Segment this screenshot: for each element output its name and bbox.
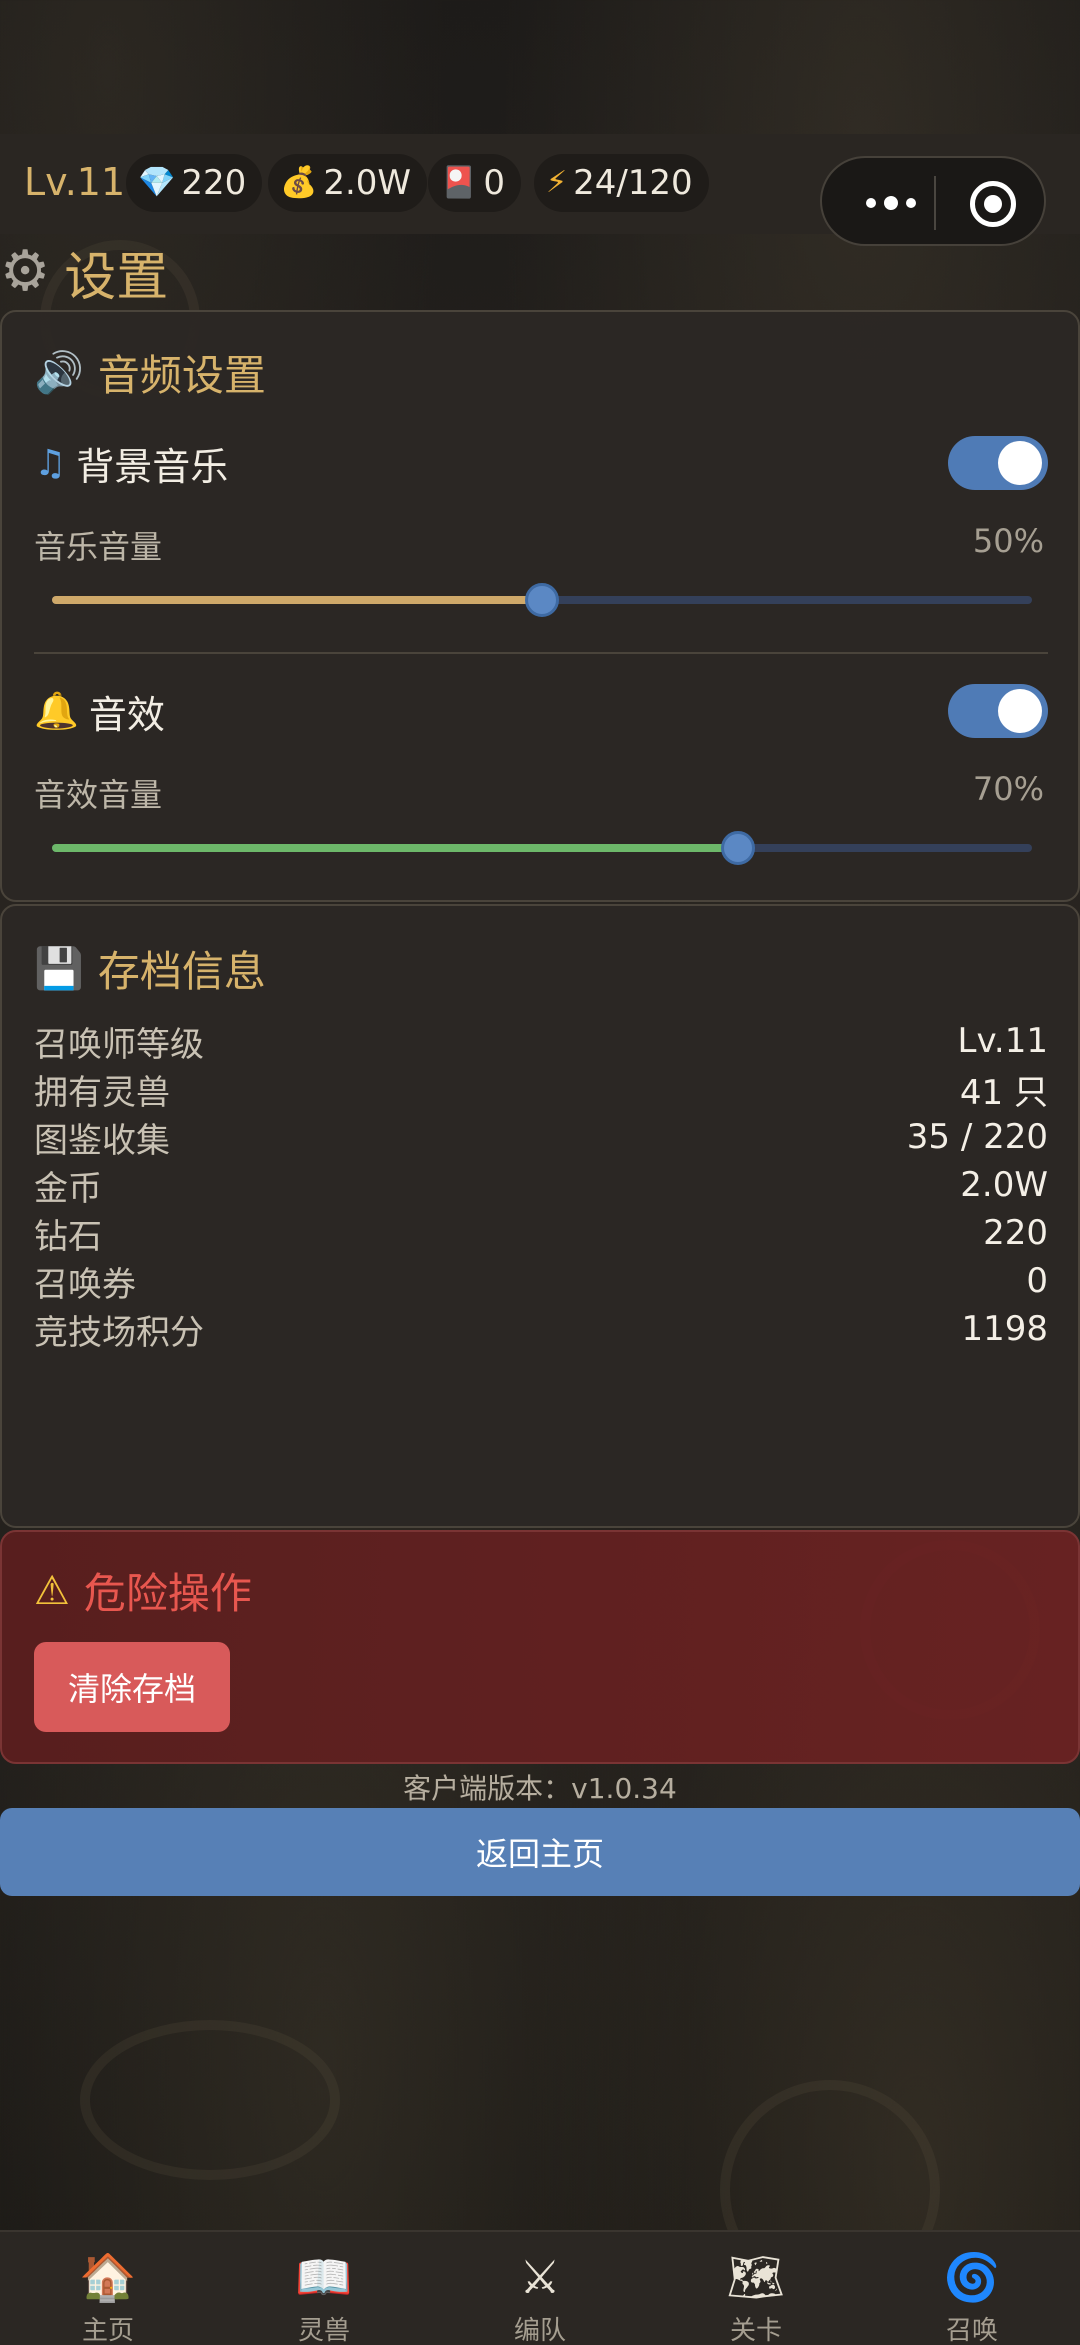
version-text: 客户端版本：v1.0.34 [403,1772,677,1805]
music-volume-fill [52,596,542,604]
save-info-card: 💾 存档信息 召唤师等级 Lv.11 拥有灵兽 41 只图鉴收集 35 / 220 金币 2… [0,904,1080,1528]
nav-tab-home[interactable]: 🏠 主页 [0,2232,216,2345]
sfx-volume-label: 音效音量 [34,776,163,814]
save-info-row: 拥有灵兽 41 只 [34,1064,1048,1114]
capsule-divider [934,176,936,230]
audio-section-title: 🔊 音频设置 [34,342,266,403]
clear-save-button[interactable]: 清除存档 [34,1642,230,1732]
nav-tab-beasts[interactable]: 📖 灵兽 [216,2232,432,2345]
save-info-row: 钻石 220 [34,1208,1048,1258]
coin-counter[interactable]: 💰 2.0W [268,154,428,212]
save-info-key: 图鉴收集 [34,1120,170,1161]
danger-zone-card: ⚠ 危险操作 清除存档 [0,1530,1080,1764]
nav-label: 编队 [513,2316,566,2345]
sfx-label: 音效 [88,693,165,737]
house-icon: 🏠 [79,2250,137,2304]
back-home-button[interactable]: 返回主页 [0,1808,1080,1896]
save-info-key: 召唤师等级 [34,1024,204,1065]
background-wave-pattern [80,2020,340,2180]
sfx-volume-handle[interactable] [721,831,755,865]
save-info-key: 竞技场积分 [34,1312,204,1353]
save-info-value: 2.0W [960,1165,1048,1205]
miniprogram-capsule [820,156,1046,246]
sfx-volume-fill [52,844,738,852]
audio-settings-card: 🔊 音频设置 ♫ 背景音乐 音乐音量 50% 🔔 音效 音效音量 70% [0,310,1080,902]
bgm-label: 背景音乐 [76,445,229,489]
save-info-row: 竞技场积分 1198 [34,1304,1048,1354]
save-info-key: 拥有灵兽 [34,1072,170,1113]
swirl-icon: 🌀 [943,2250,1001,2304]
save-info-row: 金币 2.0W [34,1160,1048,1210]
sfx-volume-slider[interactable] [52,831,1032,865]
diamond-value: 220 [181,163,247,203]
nav-label: 召唤 [945,2316,998,2345]
sfx-volume-value: 70% [972,770,1044,808]
coin-value: 2.0W [323,163,412,203]
danger-title-text: 危险操作 [83,1569,252,1618]
music-volume-handle[interactable] [525,583,559,617]
speaker-icon: 🔊 [34,349,84,396]
gear-icon: ⚙ [0,239,51,304]
music-volume-value: 50% [972,522,1044,560]
save-info-key: 金币 [34,1168,102,1209]
floppy-disk-icon: 💾 [34,945,84,992]
sfx-row: 🔔 音效 [34,684,165,739]
page-title-text: 设置 [64,247,169,308]
page-title: ⚙ 设置 [0,236,168,308]
diamond-icon: 💎 [138,165,176,200]
ticket-value: 0 [483,163,505,203]
nav-tab-team[interactable]: ⚔ 编队 [432,2232,648,2345]
money-bag-icon: 💰 [280,165,318,200]
save-info-title: 💾 存档信息 [34,938,266,999]
save-info-value: 35 / 220 [906,1117,1048,1157]
music-note-icon: ♫ [34,442,67,484]
danger-title: ⚠ 危险操作 [34,1560,252,1621]
bell-icon: 🔔 [34,690,79,732]
save-info-title-text: 存档信息 [97,947,266,996]
save-info-row: 召唤券 0 [34,1256,1048,1306]
close-miniprogram-icon[interactable] [970,181,1016,227]
map-icon: 🗺 [726,2250,786,2304]
save-info-key: 召唤券 [34,1264,136,1305]
warning-icon: ⚠ [34,1567,70,1614]
summon-ticket-icon: 🎴 [440,165,478,200]
save-info-value: 0 [1026,1261,1048,1301]
energy-value: 24/120 [573,163,693,203]
crossed-swords-icon: ⚔ [519,2250,561,2304]
music-volume-label: 音乐音量 [34,528,163,566]
music-volume-slider[interactable] [52,583,1032,617]
sfx-toggle[interactable] [948,684,1048,738]
lightning-icon: ⚡ [546,165,568,200]
bgm-row: ♫ 背景音乐 [34,436,228,491]
bottom-nav: 🏠 主页 📖 灵兽 ⚔ 编队 🗺 关卡 🌀 召唤 [0,2230,1080,2345]
nav-label: 主页 [81,2316,134,2345]
save-info-row: 召唤师等级 Lv.11 [34,1016,1048,1066]
section-divider [34,652,1048,654]
player-level: Lv.11 [24,160,126,204]
audio-title-text: 音频设置 [97,351,266,400]
diamond-counter[interactable]: 💎 220 [126,154,263,212]
save-info-key: 钻石 [34,1216,102,1257]
energy-counter[interactable]: ⚡ 24/120 [534,154,709,212]
book-icon: 📖 [295,2250,353,2304]
ticket-counter[interactable]: 🎴 0 [428,154,521,212]
more-options-icon[interactable] [866,196,916,210]
save-info-value: 220 [983,1213,1048,1253]
nav-label: 灵兽 [297,2316,350,2345]
save-info-value: Lv.11 [957,1021,1049,1061]
bgm-toggle[interactable] [948,436,1048,490]
nav-tab-stages[interactable]: 🗺 关卡 [648,2232,864,2345]
save-info-value: 41 只 [959,1072,1048,1113]
save-info-row: 图鉴收集 35 / 220 [34,1112,1048,1162]
nav-label: 关卡 [729,2316,782,2345]
nav-tab-summon[interactable]: 🌀 召唤 [864,2232,1080,2345]
save-info-value: 1198 [961,1309,1048,1349]
